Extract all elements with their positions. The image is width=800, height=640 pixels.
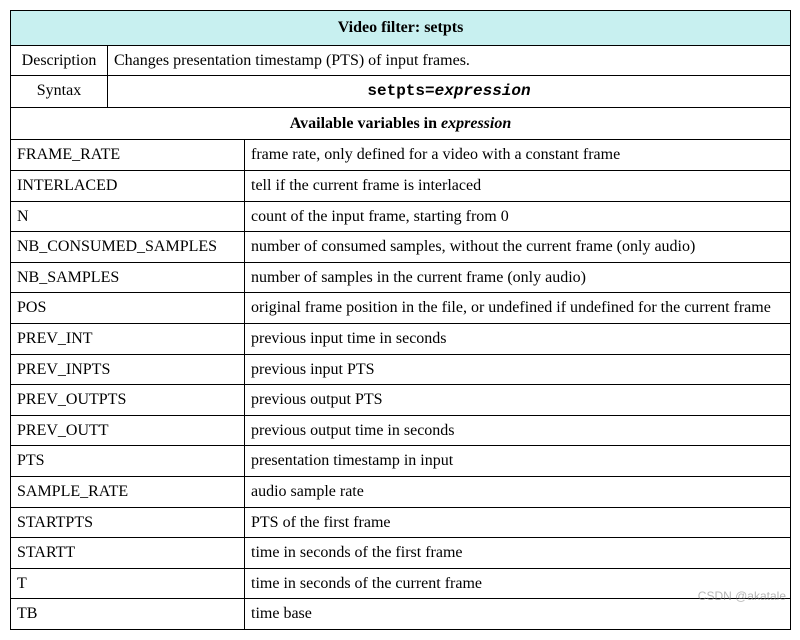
syntax-label: Syntax: [11, 76, 108, 108]
syntax-row: Syntax setpts=expression: [11, 76, 791, 108]
table-title: Video filter: setpts: [11, 11, 791, 46]
var-row: STARTT time in seconds of the first fram…: [11, 538, 791, 569]
description-row: Description Changes presentation timesta…: [11, 45, 791, 76]
syntax-expression: expression: [435, 82, 531, 100]
table-title-row: Video filter: setpts: [11, 11, 791, 46]
var-desc: count of the input frame, starting from …: [245, 201, 791, 232]
var-name: N: [11, 201, 245, 232]
var-desc: tell if the current frame is interlaced: [245, 170, 791, 201]
var-name: PREV_INT: [11, 323, 245, 354]
var-name: STARTT: [11, 538, 245, 569]
var-row: NB_CONSUMED_SAMPLES number of consumed s…: [11, 232, 791, 263]
var-row: FRAME_RATE frame rate, only defined for …: [11, 140, 791, 171]
var-row: PTS presentation timestamp in input: [11, 446, 791, 477]
var-row: N count of the input frame, starting fro…: [11, 201, 791, 232]
var-desc: time in seconds of the current frame: [245, 568, 791, 599]
var-desc: presentation timestamp in input: [245, 446, 791, 477]
var-row: TB time base: [11, 599, 791, 630]
var-row: PREV_INPTS previous input PTS: [11, 354, 791, 385]
vars-header-row: Available variables in expression: [11, 107, 791, 140]
var-row: STARTPTS PTS of the first frame: [11, 507, 791, 538]
var-desc: audio sample rate: [245, 476, 791, 507]
var-row: PREV_OUTT previous output time in second…: [11, 415, 791, 446]
var-name: SAMPLE_RATE: [11, 476, 245, 507]
vars-header-expr: expression: [441, 115, 511, 132]
var-name: PREV_OUTPTS: [11, 385, 245, 416]
var-name: NB_CONSUMED_SAMPLES: [11, 232, 245, 263]
filter-table: Video filter: setpts Description Changes…: [10, 10, 791, 630]
var-name: FRAME_RATE: [11, 140, 245, 171]
var-row: POS original frame position in the file,…: [11, 293, 791, 324]
var-desc: original frame position in the file, or …: [245, 293, 791, 324]
var-name: POS: [11, 293, 245, 324]
var-name: STARTPTS: [11, 507, 245, 538]
var-name: NB_SAMPLES: [11, 262, 245, 293]
var-desc: previous output time in seconds: [245, 415, 791, 446]
description-label: Description: [11, 45, 108, 76]
var-desc: number of consumed samples, without the …: [245, 232, 791, 263]
var-desc: previous input time in seconds: [245, 323, 791, 354]
description-value: Changes presentation timestamp (PTS) of …: [108, 45, 791, 76]
var-row: PREV_OUTPTS previous output PTS: [11, 385, 791, 416]
var-desc: number of samples in the current frame (…: [245, 262, 791, 293]
var-name: TB: [11, 599, 245, 630]
syntax-code: setpts=: [367, 82, 434, 100]
vars-header-text: Available variables in: [290, 115, 441, 132]
var-row: SAMPLE_RATE audio sample rate: [11, 476, 791, 507]
vars-header: Available variables in expression: [11, 107, 791, 140]
var-desc: time in seconds of the first frame: [245, 538, 791, 569]
var-row: NB_SAMPLES number of samples in the curr…: [11, 262, 791, 293]
var-desc: time base: [245, 599, 791, 630]
var-name: PREV_INPTS: [11, 354, 245, 385]
var-row: T time in seconds of the current frame: [11, 568, 791, 599]
var-desc: previous output PTS: [245, 385, 791, 416]
var-row: INTERLACED tell if the current frame is …: [11, 170, 791, 201]
var-name: INTERLACED: [11, 170, 245, 201]
syntax-value: setpts=expression: [108, 76, 791, 108]
var-name: PTS: [11, 446, 245, 477]
var-desc: PTS of the first frame: [245, 507, 791, 538]
var-name: PREV_OUTT: [11, 415, 245, 446]
var-desc: previous input PTS: [245, 354, 791, 385]
var-row: PREV_INT previous input time in seconds: [11, 323, 791, 354]
var-desc: frame rate, only defined for a video wit…: [245, 140, 791, 171]
var-name: T: [11, 568, 245, 599]
